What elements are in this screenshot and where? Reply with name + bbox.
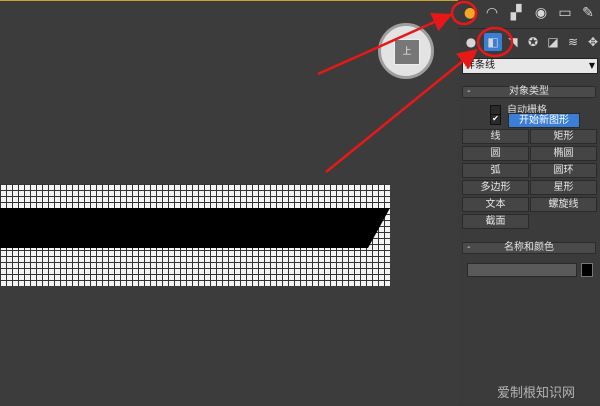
helpers-icon[interactable]: ◪ (544, 33, 562, 51)
rectangle-button[interactable]: 矩形 (530, 129, 597, 144)
section-button[interactable]: 截面 (462, 214, 529, 229)
modify-tab-icon[interactable]: ◠ (482, 3, 502, 23)
viewcube-face[interactable]: 上 (394, 39, 420, 65)
command-panel-tabs: ● ◠ ▞ ◉ ▭ ✎ (458, 0, 600, 29)
systems-icon[interactable]: ✥ (584, 33, 600, 51)
circle-button[interactable]: 圆 (462, 146, 529, 161)
text-button[interactable]: 文本 (462, 197, 529, 212)
black-extruded-shape (0, 208, 390, 248)
category-dropdown[interactable]: 样条线 ▼ (462, 58, 598, 74)
arc-button[interactable]: 弧 (462, 163, 529, 178)
space-warps-icon[interactable]: ≋ (564, 33, 582, 51)
object-color-swatch[interactable] (581, 263, 593, 277)
object-type-rollout-header[interactable]: - 对象类型 (462, 86, 596, 98)
create-subcategories: ● ◧ ◥ ✪ ◪ ≋ ✥ (458, 30, 600, 56)
start-new-shape-row[interactable]: ✔ (490, 114, 507, 126)
perspective-viewport[interactable]: 上 (0, 0, 458, 406)
display-tab-icon[interactable]: ▭ (555, 3, 575, 23)
utilities-tab-icon[interactable]: ✎ (578, 3, 598, 23)
donut-button[interactable]: 圆环 (530, 163, 597, 178)
shapes-icon[interactable]: ◧ (484, 33, 502, 51)
cameras-icon[interactable]: ✪ (524, 33, 542, 51)
name-and-color-rollout-header[interactable]: - 名称和颜色 (462, 242, 596, 254)
start-new-shape-checkbox[interactable]: ✔ (490, 114, 501, 125)
collapse-icon: - (467, 86, 471, 97)
collapse-icon: - (467, 242, 471, 253)
ngon-button[interactable]: 多边形 (462, 180, 529, 195)
lights-icon[interactable]: ◥ (504, 33, 522, 51)
star-button[interactable]: 星形 (530, 180, 597, 195)
chevron-down-icon: ▼ (588, 61, 595, 70)
ellipse-button[interactable]: 椭圆 (530, 146, 597, 161)
create-tab-icon[interactable]: ● (460, 3, 480, 23)
hierarchy-tab-icon[interactable]: ▞ (506, 3, 526, 23)
helix-button[interactable]: 螺旋线 (530, 197, 597, 212)
name-and-color-title: 名称和颜色 (504, 242, 554, 253)
grid-mesh-object[interactable] (0, 184, 390, 286)
motion-tab-icon[interactable]: ◉ (531, 3, 551, 23)
object-name-input[interactable] (467, 263, 577, 277)
line-button[interactable]: 线 (462, 129, 529, 144)
site-watermark: 爱制根知识网 (497, 386, 576, 401)
viewcube[interactable]: 上 (378, 23, 434, 79)
object-type-title: 对象类型 (509, 86, 549, 97)
category-dropdown-value: 样条线 (465, 60, 495, 71)
start-new-shape-button[interactable]: 开始新图形 (508, 113, 580, 128)
geometry-icon[interactable]: ● (462, 33, 480, 51)
